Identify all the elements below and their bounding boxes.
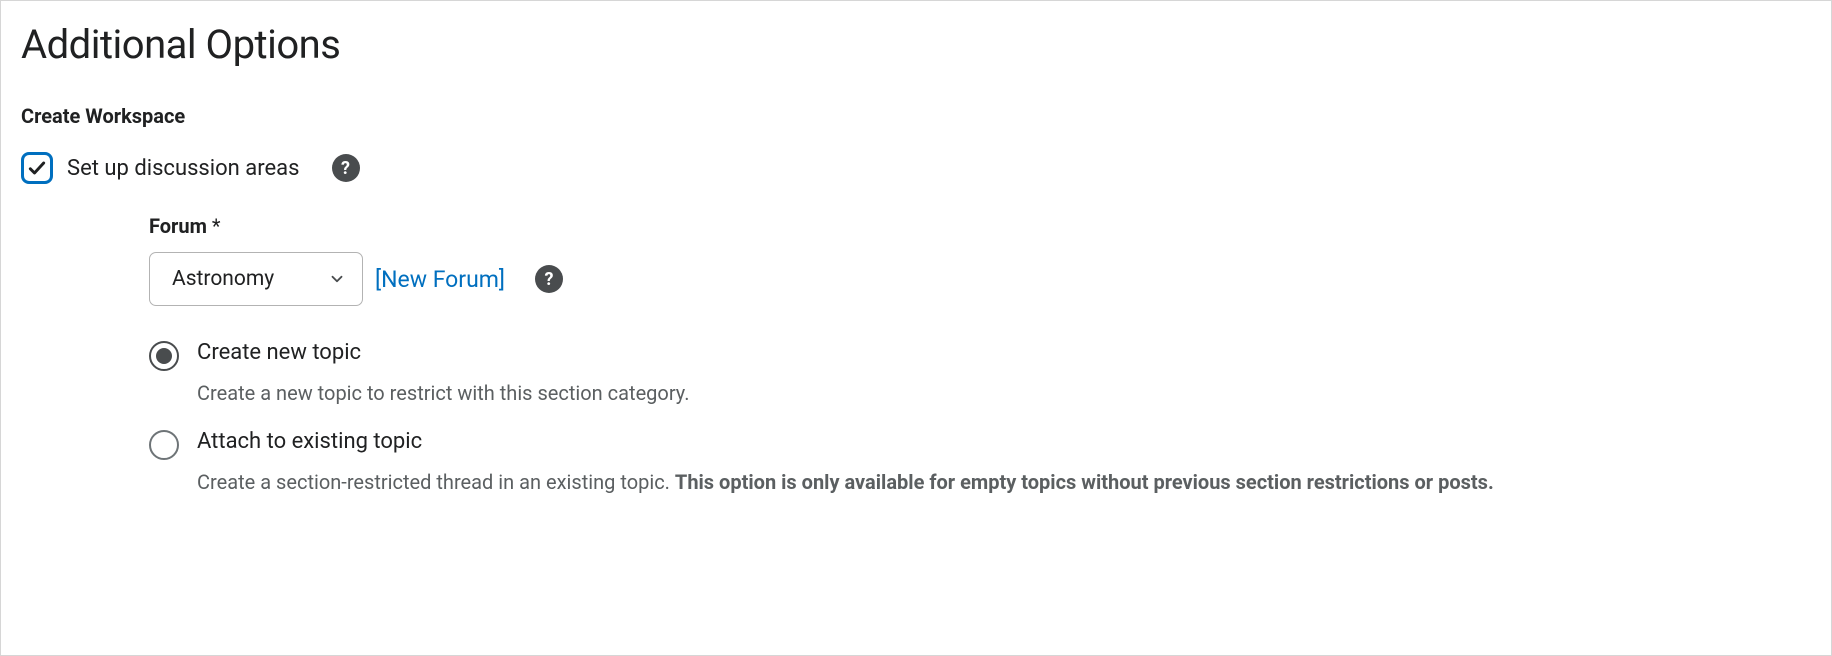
section-title-create-workspace: Create Workspace <box>21 104 1811 128</box>
additional-options-panel: Additional Options Create Workspace Set … <box>0 0 1832 656</box>
forum-field-label: Forum * <box>149 214 1811 238</box>
radio-create-new-topic[interactable] <box>149 341 179 371</box>
forum-dropdown[interactable]: Astronomy <box>149 252 363 306</box>
radio-desc-text: Create a new topic to restrict with this… <box>197 381 689 405</box>
radio-desc-text: Create a section-restricted thread in an… <box>197 470 675 494</box>
forum-row: Astronomy [New Forum] ? <box>149 252 1811 306</box>
checkbox-label-discussion-areas: Set up discussion areas <box>67 156 300 181</box>
radio-desc-bold: This option is only available for empty … <box>675 470 1494 494</box>
required-marker: * <box>212 214 221 238</box>
radio-label-attach-existing-topic: Attach to existing topic <box>197 429 1494 454</box>
chevron-down-icon <box>328 270 346 288</box>
checkbox-row-discussion-areas: Set up discussion areas ? <box>21 152 1811 184</box>
radio-attach-existing-topic[interactable] <box>149 430 179 460</box>
radio-content: Attach to existing topic Create a sectio… <box>197 429 1494 496</box>
radio-content: Create new topic Create a new topic to r… <box>197 340 689 407</box>
new-forum-link[interactable]: [New Forum] <box>375 266 505 293</box>
discussion-area-settings: Forum * Astronomy [New Forum] ? Create n… <box>149 214 1811 496</box>
topic-radio-group: Create new topic Create a new topic to r… <box>149 340 1811 496</box>
radio-label-create-new-topic: Create new topic <box>197 340 689 365</box>
help-icon[interactable]: ? <box>332 154 360 182</box>
radio-option-create-new-topic: Create new topic Create a new topic to r… <box>149 340 1811 407</box>
radio-description-attach-existing-topic: Create a section-restricted thread in an… <box>197 468 1494 496</box>
check-icon <box>27 158 47 178</box>
radio-option-attach-existing-topic: Attach to existing topic Create a sectio… <box>149 429 1811 496</box>
forum-dropdown-value: Astronomy <box>172 267 274 291</box>
checkbox-setup-discussion-areas[interactable] <box>21 152 53 184</box>
help-icon[interactable]: ? <box>535 265 563 293</box>
radio-description-create-new-topic: Create a new topic to restrict with this… <box>197 379 689 407</box>
page-title: Additional Options <box>21 21 1811 68</box>
forum-label-text: Forum <box>149 214 207 238</box>
